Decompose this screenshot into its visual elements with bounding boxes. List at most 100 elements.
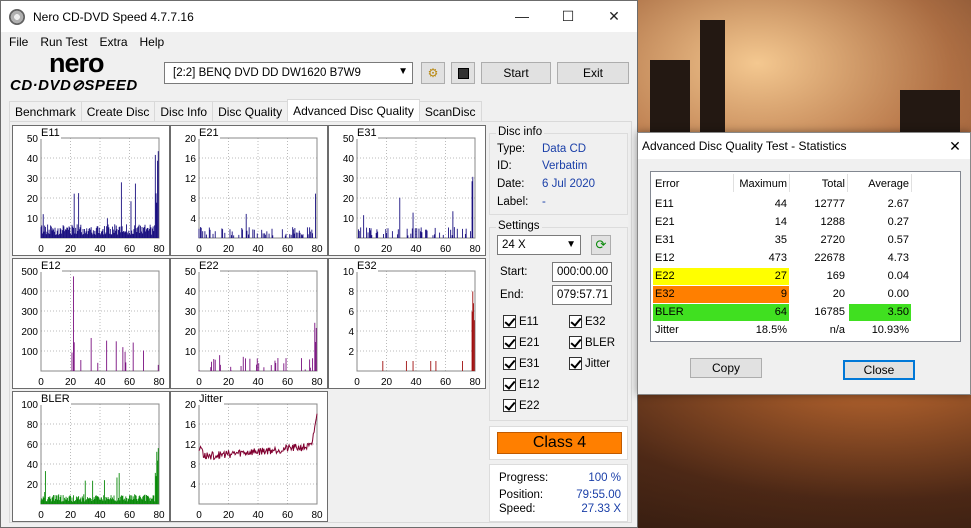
- x-tick-label: 0: [196, 510, 202, 521]
- y-tick-label: 6: [348, 307, 354, 318]
- progress-value: 100 %: [588, 472, 621, 484]
- close-icon[interactable]: ✕: [591, 1, 637, 31]
- checkbox-e11[interactable]: E11: [503, 315, 539, 328]
- chart-e11: E11 0 20 40 60 80 10 20 30 40 50: [12, 125, 170, 256]
- close-button[interactable]: Close: [843, 360, 915, 380]
- checkbox-e22[interactable]: E22: [503, 399, 539, 412]
- statistics-cell-error: E32: [655, 288, 675, 300]
- end-input[interactable]: 079:57.71: [552, 285, 612, 305]
- statistics-cell-total: 2720: [820, 234, 845, 246]
- x-tick-label: 80: [153, 510, 165, 521]
- statistics-cell-average: 10.93%: [871, 324, 909, 336]
- statistics-dialog: Advanced Disc Quality Test - Statistics …: [637, 132, 971, 395]
- y-tick-label: 40: [27, 154, 39, 165]
- y-tick-label: 2: [348, 347, 354, 358]
- disc-date-value: 6 Jul 2020: [542, 178, 596, 190]
- drive-config-button[interactable]: ⚙: [421, 62, 445, 84]
- menu-help[interactable]: Help: [134, 35, 171, 49]
- y-tick-label: 12: [185, 440, 197, 451]
- checkbox-e31[interactable]: E31: [503, 357, 539, 370]
- tab-disc-info[interactable]: Disc Info: [154, 101, 214, 121]
- statistics-row-e12: E12 473 22678 4.73: [651, 250, 961, 268]
- statistics-cell-average: 0.00: [887, 288, 909, 300]
- checkbox-e12[interactable]: E12: [503, 378, 539, 391]
- chart-e31: E31 0 20 40 60 80 10 20 30 40 50: [328, 125, 486, 256]
- y-tick-label: 80: [27, 420, 39, 431]
- chart-e22: E22 0 20 40 60 80 10 20 30 40 50: [170, 258, 328, 389]
- maximize-icon[interactable]: ☐: [545, 1, 591, 31]
- floppy-disk-icon: [457, 67, 469, 79]
- y-tick-label: 200: [21, 327, 38, 338]
- y-tick-label: 100: [21, 347, 38, 358]
- y-tick-label: 50: [185, 267, 197, 278]
- statistics-cell-average: 4.73: [887, 252, 909, 264]
- checkbox-e32[interactable]: E32: [569, 315, 605, 328]
- chart-svg: 0 20 40 60 80 20 40 60 80 100: [21, 400, 165, 521]
- dialog-title: Advanced Disc Quality Test - Statistics: [642, 139, 847, 153]
- statistics-header-total: Total: [821, 178, 845, 190]
- statistics-row-bler: BLER 64 16785 3.50: [651, 304, 961, 322]
- disc-label-value: -: [542, 196, 546, 208]
- minimize-icon[interactable]: —: [499, 1, 545, 31]
- statistics-cell-average: 0.04: [887, 270, 909, 282]
- column-divider: [789, 174, 790, 192]
- x-tick-label: 0: [38, 510, 44, 521]
- x-tick-label: 0: [38, 377, 44, 388]
- x-tick-label: 60: [440, 244, 452, 255]
- column-divider: [911, 174, 912, 192]
- tab-scandisc[interactable]: ScanDisc: [418, 101, 482, 121]
- y-tick-label: 20: [27, 194, 39, 205]
- menu-file[interactable]: File: [3, 35, 34, 49]
- app-icon: [9, 8, 25, 25]
- tab-create-disc[interactable]: Create Disc: [80, 101, 156, 121]
- y-tick-label: 400: [21, 287, 38, 298]
- x-tick-label: 60: [282, 244, 294, 255]
- y-tick-label: 16: [185, 154, 197, 165]
- window-title: Nero CD-DVD Speed 4.7.7.16: [33, 9, 194, 24]
- speed-select[interactable]: 24 X ▼: [497, 235, 581, 255]
- tab-disc-quality[interactable]: Disc Quality: [212, 101, 289, 121]
- exit-button[interactable]: Exit: [557, 62, 629, 84]
- dialog-title-bar: Advanced Disc Quality Test - Statistics …: [638, 133, 970, 159]
- class-badge: Class 4: [497, 432, 622, 454]
- menu-extra[interactable]: Extra: [93, 35, 133, 49]
- menu-run-test[interactable]: Run Test: [34, 35, 93, 49]
- progress-label: Progress:: [499, 472, 549, 484]
- statistics-header-maximum: Maximum: [739, 178, 787, 190]
- nero-main-window: Nero CD-DVD Speed 4.7.7.16 — ☐ ✕ File Ru…: [0, 0, 638, 528]
- disc-id-value: Verbatim: [542, 160, 588, 172]
- statistics-cell-average: 3.50: [887, 306, 909, 318]
- save-button[interactable]: [451, 62, 475, 84]
- checkbox-jitter[interactable]: Jitter: [569, 357, 610, 370]
- statistics-row-jitter: Jitter 18.5% n/a 10.93%: [651, 322, 961, 340]
- statistics-cell-total: 12777: [814, 198, 845, 210]
- x-tick-label: 20: [223, 377, 235, 388]
- chart-bler: BLER 0 20 40 60 80 20 40 60 80 100: [12, 391, 170, 522]
- statistics-cell-average: 0.27: [887, 216, 909, 228]
- y-tick-label: 30: [343, 174, 355, 185]
- y-tick-label: 40: [27, 460, 39, 471]
- x-tick-label: 0: [38, 244, 44, 255]
- nero-logo: nero CD·DVD⊘SPEED: [10, 48, 138, 94]
- refresh-icon: ⟳: [595, 237, 607, 252]
- drive-select-value: [2:2] BENQ DVD DD DW1620 B7W9: [173, 67, 361, 79]
- disc-type-label: Type:: [497, 143, 526, 155]
- x-tick-label: 60: [124, 377, 136, 388]
- chart-title: Jitter: [198, 393, 224, 405]
- column-divider: [733, 174, 734, 192]
- checkbox-bler[interactable]: BLER: [569, 336, 615, 349]
- tab-advanced-disc-quality[interactable]: Advanced Disc Quality: [287, 99, 420, 121]
- close-icon[interactable]: ✕: [940, 133, 970, 159]
- copy-button[interactable]: Copy: [690, 358, 762, 378]
- start-button[interactable]: Start: [481, 62, 551, 84]
- x-tick-label: 0: [196, 377, 202, 388]
- tab-benchmark[interactable]: Benchmark: [9, 101, 82, 121]
- start-input[interactable]: 000:00.00: [552, 262, 612, 282]
- column-divider: [847, 174, 848, 192]
- checkbox-e21[interactable]: E21: [503, 336, 539, 349]
- drive-select[interactable]: [2:2] BENQ DVD DD DW1620 B7W9 ▼: [164, 62, 413, 84]
- refresh-button[interactable]: ⟳: [591, 235, 611, 255]
- y-tick-label: 30: [27, 174, 39, 185]
- statistics-cell-maximum: 44: [774, 198, 787, 210]
- y-tick-label: 8: [190, 194, 196, 205]
